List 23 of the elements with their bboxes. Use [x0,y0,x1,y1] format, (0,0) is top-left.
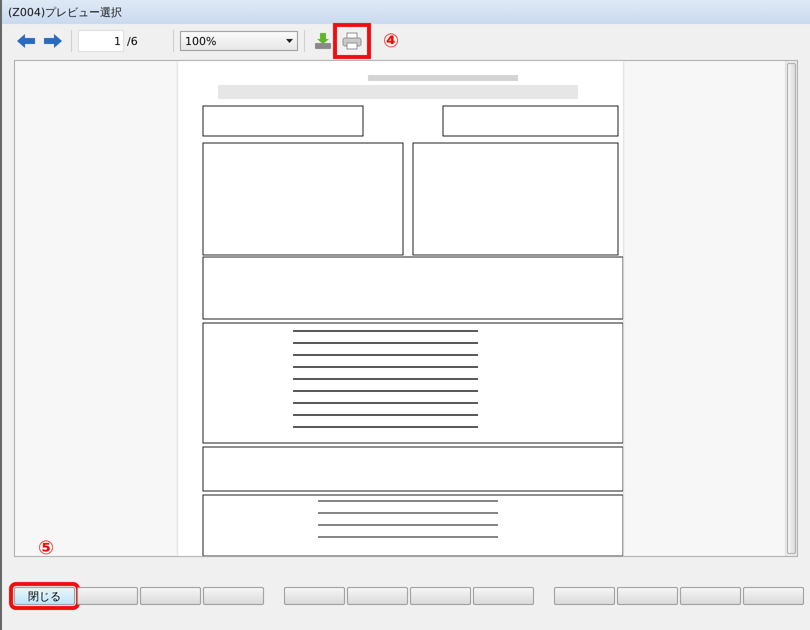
blank-button[interactable] [140,587,201,605]
caret-icon [286,39,293,43]
right-arrow-icon [44,34,62,48]
blank-button[interactable] [743,587,804,605]
blank-button[interactable] [554,587,615,605]
blank-button[interactable] [473,587,534,605]
scrollbar[interactable] [785,61,797,556]
page-field[interactable]: 1 [78,30,124,52]
blank-button[interactable] [617,587,678,605]
annotation-number: ⑤ [38,537,54,559]
blank-button[interactable] [680,587,741,605]
blank-button[interactable] [203,587,264,605]
blank-button[interactable] [410,587,471,605]
window-title: (Z004)プレビュー選択 [8,4,122,20]
blank-button[interactable] [284,587,345,605]
annotation-number: ④ [383,30,400,52]
blank-button[interactable] [347,587,408,605]
page-total: /6 [127,34,139,48]
blank-button[interactable] [77,587,138,605]
download-icon [314,32,332,50]
left-arrow-icon [17,34,35,48]
printer-icon [342,32,362,50]
zoom-dropdown[interactable]: 100% [180,31,298,51]
